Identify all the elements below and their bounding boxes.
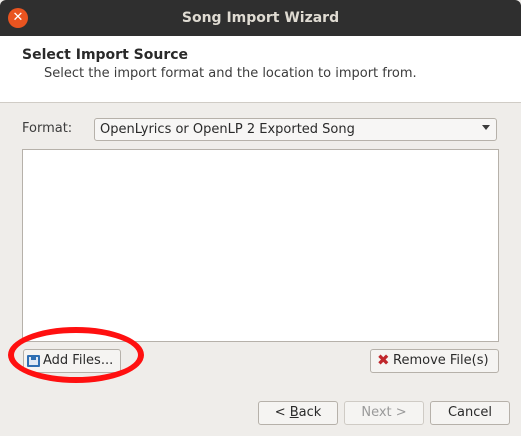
- floppy-disk-icon: [27, 355, 40, 367]
- format-selected-value: OpenLyrics or OpenLP 2 Exported Song: [100, 122, 355, 137]
- back-button[interactable]: < Back: [258, 401, 338, 425]
- next-label: Next >: [361, 405, 407, 420]
- wizard-header: Select Import Source Select the import f…: [0, 36, 521, 103]
- cancel-button[interactable]: Cancel: [430, 401, 510, 425]
- add-files-button[interactable]: Add Files...: [23, 349, 121, 373]
- page-title: Select Import Source: [22, 47, 189, 63]
- add-files-label: Add Files...: [43, 353, 114, 368]
- format-label: Format:: [22, 121, 73, 136]
- chevron-down-icon: [482, 125, 490, 130]
- cancel-label: Cancel: [447, 405, 493, 420]
- file-list[interactable]: [22, 149, 499, 342]
- remove-files-label: Remove File(s): [393, 353, 489, 368]
- remove-files-button[interactable]: ✖ Remove File(s): [370, 349, 499, 373]
- titlebar: ✕ Song Import Wizard: [0, 0, 521, 36]
- format-dropdown[interactable]: OpenLyrics or OpenLP 2 Exported Song: [94, 118, 497, 141]
- page-subtitle: Select the import format and the locatio…: [44, 66, 417, 81]
- back-label: < Back: [274, 405, 322, 420]
- delete-x-icon: ✖: [377, 351, 390, 369]
- next-button[interactable]: Next >: [344, 401, 424, 425]
- song-import-wizard-window: ✕ Song Import Wizard Select Import Sourc…: [0, 0, 521, 436]
- window-title: Song Import Wizard: [181, 10, 340, 26]
